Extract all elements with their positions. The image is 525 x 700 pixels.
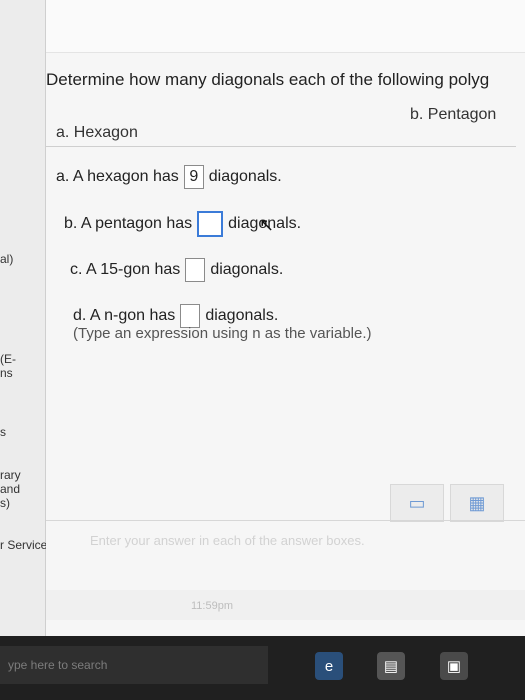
question-d-text: d. A n-gon has (73, 307, 176, 324)
sidebar-item-2[interactable]: (E- (0, 352, 16, 366)
part-a-label: a. Hexagon (56, 124, 138, 141)
part-b-label: b. Pentagon (410, 106, 497, 123)
mouse-pointer-icon: ↖ (259, 215, 275, 235)
edge-icon[interactable]: e (315, 652, 343, 680)
sidebar-item-3[interactable]: ns (0, 366, 13, 380)
question-d-suffix: diagonals. (205, 307, 279, 324)
question-title: Determine how many diagonals each of the… (46, 70, 490, 89)
answer-toolbar-divider (46, 520, 525, 521)
question-c-suffix: diagonals. (210, 261, 284, 278)
mixed-number-tool-icon[interactable]: ▦ (450, 484, 504, 522)
taskbar-search-input[interactable]: ype here to search (0, 646, 268, 684)
sidebar-item-4[interactable]: s (0, 425, 6, 439)
sidebar-item-6[interactable]: and (0, 482, 20, 496)
top-bar (46, 0, 525, 53)
answer-box-b[interactable] (197, 211, 224, 237)
taskbar: ype here to search e ▤ ▣ (0, 636, 525, 700)
answer-box-c[interactable] (185, 258, 206, 282)
divider (46, 146, 516, 147)
fraction-tool-icon[interactable]: ▭ (390, 484, 444, 522)
due-bar (46, 590, 525, 620)
main-panel: Determine how many diagonals each of the… (46, 0, 525, 636)
store-icon[interactable]: ▣ (440, 652, 468, 680)
question-a-suffix: diagonals. (208, 168, 282, 185)
sidebar: al) (E- ns s rary and s) r Services (0, 0, 53, 636)
question-a-text: a. A hexagon has (56, 168, 179, 185)
question-c: c. A 15-gon has diagonals. (70, 258, 283, 282)
sidebar-item-1[interactable]: al) (0, 252, 13, 266)
file-explorer-icon[interactable]: ▤ (377, 652, 405, 680)
instruction-text: Enter your answer in each of the answer … (90, 533, 365, 548)
sidebar-item-5[interactable]: rary (0, 468, 21, 482)
question-c-text: c. A 15-gon has (70, 261, 181, 278)
answer-box-a[interactable]: 9 (183, 165, 204, 189)
sidebar-item-7[interactable]: s) (0, 496, 10, 510)
due-time: 11:59pm (191, 600, 233, 612)
question-b-text: b. A pentagon has (64, 215, 193, 232)
question-a: a. A hexagon has 9 diagonals. (56, 165, 282, 189)
hint-text: (Type an expression using n as the varia… (73, 325, 372, 342)
